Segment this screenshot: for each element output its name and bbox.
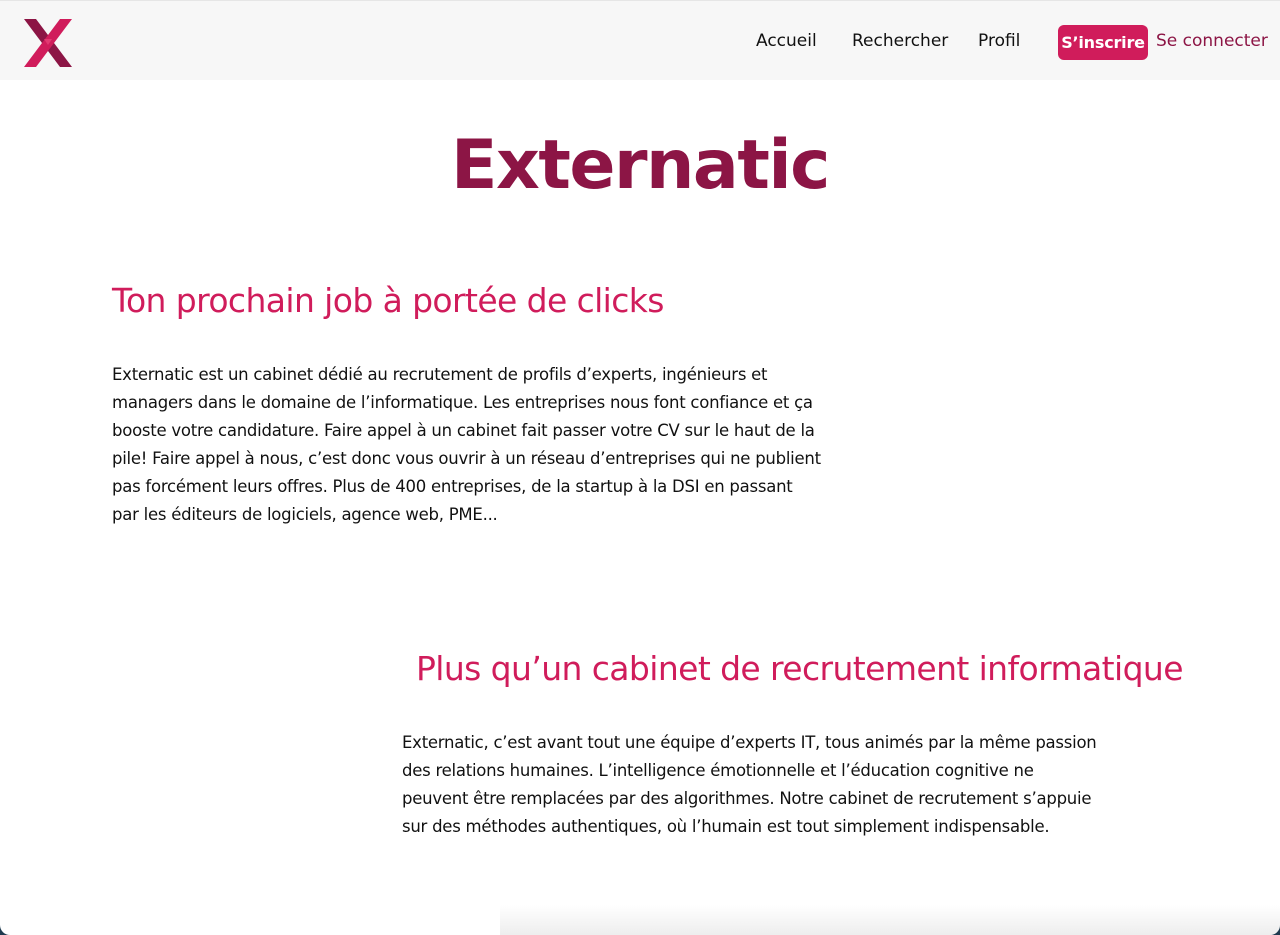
signup-button[interactable]: S’inscrire [1058, 25, 1148, 60]
nav-link-profil[interactable]: Profil [978, 31, 1020, 51]
page-title: Externatic [451, 126, 830, 205]
section-heading-cabinet: Plus qu’un cabinet de recrutement inform… [416, 649, 1184, 688]
login-link[interactable]: Se connecter [1156, 31, 1268, 51]
externatic-x-logo-icon[interactable] [22, 17, 74, 69]
section-text-cabinet: Externatic, c’est avant tout une équipe … [402, 733, 1097, 836]
nav-link-rechercher[interactable]: Rechercher [852, 31, 948, 51]
page: Accueil Rechercher Profil S’inscrire Se … [0, 0, 1280, 935]
nav-link-accueil[interactable]: Accueil [756, 31, 817, 51]
bottom-shadow [500, 905, 1280, 935]
section-heading-job: Ton prochain job à portée de clicks [112, 281, 665, 320]
navbar: Accueil Rechercher Profil S’inscrire Se … [0, 0, 1280, 80]
section-text-job: Externatic est un cabinet dédié au recru… [112, 365, 821, 524]
